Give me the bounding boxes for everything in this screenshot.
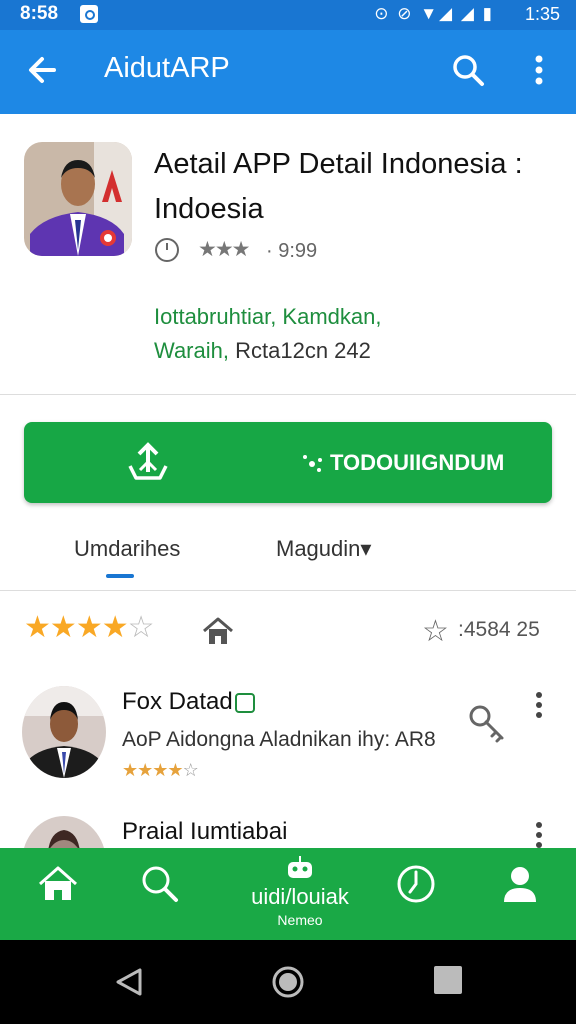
sparkle-icon (303, 455, 322, 472)
app-rating: · 9:99 (266, 240, 318, 262)
install-button-label: TODOUIIGNDUM (330, 450, 505, 475)
system-back-icon[interactable] (112, 964, 148, 1000)
tab-reviews[interactable]: Umdarihes (74, 536, 180, 562)
clock-icon (155, 238, 179, 262)
home-icon[interactable] (36, 862, 80, 906)
developer-detail: Rcta12cn 242 (235, 338, 371, 363)
rating-stars: ★★★★☆ (24, 610, 155, 645)
star-filled-icon: ★ (49, 611, 77, 644)
more-vert-icon[interactable] (522, 50, 556, 90)
rating-count: :4584 25 (458, 618, 540, 641)
status-bar: 8:58 ⊙ ⊘ ▼◢ ◢ ▮ 1:35 (0, 0, 576, 30)
review-more-icon[interactable] (528, 820, 550, 850)
app-name: Aetail APP Detail Indonesia : Indoesia (154, 148, 523, 225)
reviewer-name: Fox Datad (122, 688, 255, 716)
star-filled-icon: ★ (24, 611, 51, 644)
tab-bar: Umdarihes Magudin▾ (0, 520, 576, 591)
back-arrow-icon[interactable] (22, 50, 62, 90)
app-header: Aetail APP Detail Indonesia : Indoesia ★… (0, 114, 576, 395)
system-status-icons: ⊙ ⊘ ▼◢ ◢ ▮ (374, 4, 494, 23)
system-home-icon[interactable] (270, 964, 306, 1000)
robot-icon (288, 856, 312, 878)
search-icon[interactable] (138, 862, 182, 906)
reviewer-name: Praial Iumtiabai (122, 818, 288, 845)
review-more-icon[interactable] (528, 690, 550, 720)
account-icon[interactable] (498, 862, 542, 906)
developer-line-2: Waraih, Rcta12cn 242 (154, 338, 371, 364)
star-empty-icon: ☆ (127, 611, 155, 644)
search-icon[interactable] (448, 50, 488, 90)
status-clock: 1:35 (524, 4, 560, 24)
app-small-stars: ★★★ (198, 238, 251, 261)
nav-center-label: uidi/louiak (251, 884, 349, 909)
rating-summary: ★★★★☆ ☆ :4584 25 (0, 608, 576, 658)
developer-line-1[interactable]: Iottabruhtiar, Kamdkan, (154, 304, 381, 330)
system-navigation-bar (0, 940, 576, 1024)
notification-icon (80, 5, 98, 23)
status-time: 8:58 (20, 3, 59, 24)
review-text: AoP Aidongna Aladnikan ihy: AR8 (122, 728, 436, 751)
star-empty-icon: ☆ (182, 760, 199, 780)
app-bar: AidutARP (0, 30, 576, 114)
star-filled-icon: ★ (122, 760, 138, 780)
nav-center-sublabel: Nemeo (277, 912, 323, 928)
clock-icon[interactable] (394, 862, 438, 906)
home-icon[interactable] (202, 616, 234, 646)
star-filled-icon: ★ (101, 611, 129, 644)
star-filled-icon: ★ (152, 760, 168, 780)
tab-indicator (106, 574, 134, 578)
app-icon (24, 142, 132, 256)
star-filled-icon: ★ (137, 760, 153, 780)
reviewer-name-text: Fox Datad (122, 688, 233, 715)
verified-badge-icon (234, 692, 255, 713)
avatar[interactable] (22, 686, 106, 778)
star-filled-icon: ★ (167, 760, 183, 780)
review-stars: ★★★★☆ (122, 760, 199, 781)
tab-more[interactable]: Magudin▾ (276, 536, 371, 562)
bottom-navigation: uidi/louiak Nemeo (0, 848, 576, 940)
key-icon[interactable] (466, 702, 510, 746)
developer-name-link[interactable]: Waraih, (154, 338, 229, 363)
system-recents-icon[interactable] (434, 966, 462, 994)
review-item: Fox Datad AoP Aidongna Aladnikan ihy: AR… (0, 682, 576, 792)
download-icon (128, 442, 168, 480)
star-filled-icon: ★ (75, 611, 103, 644)
nav-item-apps[interactable]: uidi/louiak Nemeo (230, 856, 370, 936)
star-outline-icon[interactable]: ☆ (422, 614, 449, 649)
app-bar-title: AidutARP (104, 52, 230, 84)
install-button[interactable]: TODOUIIGNDUM (24, 422, 552, 503)
